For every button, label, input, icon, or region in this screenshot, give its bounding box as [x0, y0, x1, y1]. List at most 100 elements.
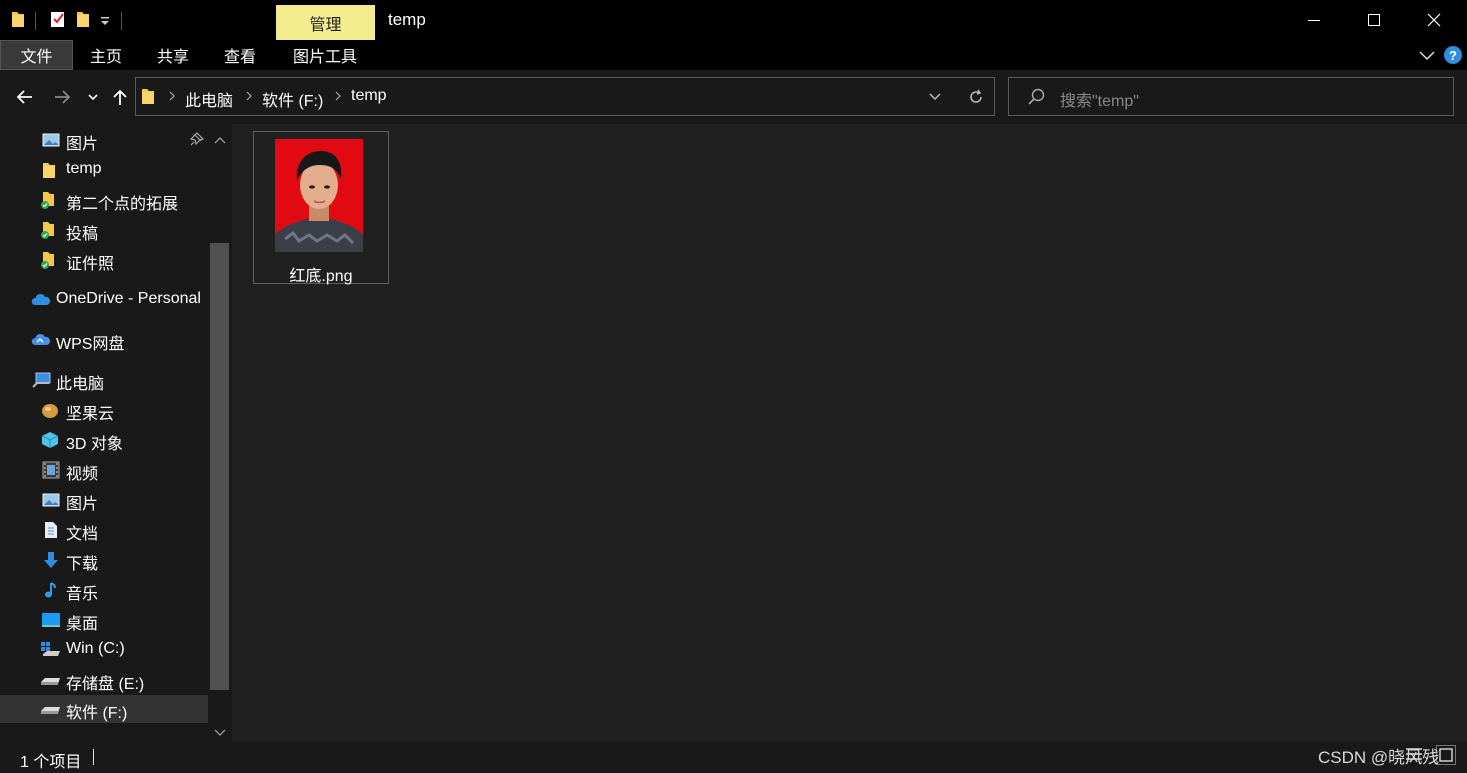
address-history-chevron-icon[interactable]: [927, 90, 943, 104]
sidebar-item-pictures[interactable]: 图片: [0, 486, 208, 514]
sidebar-item-videos[interactable]: 视频: [0, 456, 208, 484]
downloads-icon: [42, 551, 60, 569]
3d-objects-icon: [41, 431, 59, 449]
sidebar-item-drive-e[interactable]: 存储盘 (E:): [0, 666, 208, 694]
onedrive-cloud-icon: [31, 291, 51, 309]
customize-quick-access-icon[interactable]: [100, 14, 110, 26]
sidebar-item-extension[interactable]: 第二个点的拓展: [0, 186, 208, 214]
sidebar-item-label: 存储盘 (E:): [66, 676, 145, 693]
item-count: 1 个项目: [20, 754, 82, 771]
sidebar-item-documents[interactable]: 文档: [0, 516, 208, 544]
sidebar-item-label: 桌面: [66, 616, 99, 633]
properties-icon[interactable]: [50, 10, 64, 28]
chevron-right-icon: [333, 89, 343, 103]
maximize-button[interactable]: [1344, 0, 1404, 40]
folder-icon[interactable]: [11, 10, 25, 28]
chevron-right-icon: [167, 89, 177, 103]
pin-icon[interactable]: [189, 132, 205, 146]
music-icon: [42, 581, 60, 599]
sidebar-item-label: WPS网盘: [56, 336, 125, 353]
image-thumbnail: [275, 139, 363, 252]
sidebar-item-label: 图片: [66, 136, 99, 153]
refresh-button[interactable]: [958, 79, 994, 115]
sidebar-item-label: 3D 对象: [66, 436, 123, 453]
close-icon: [1427, 13, 1441, 27]
sidebar-item-label: Win (C:): [66, 640, 125, 657]
tab-share[interactable]: 共享: [143, 40, 203, 70]
large-icons-view-icon: [1439, 748, 1453, 762]
sidebar-item-label: 第二个点的拓展: [66, 196, 179, 213]
sidebar-scrollbar-thumb[interactable]: [210, 243, 229, 690]
file-name-label[interactable]: 红底.png: [253, 262, 389, 286]
new-folder-icon[interactable]: [76, 10, 90, 28]
arrow-up-icon: [113, 89, 127, 105]
sidebar-item-drive-f[interactable]: 软件 (F:): [0, 695, 208, 723]
sidebar-item-wps-cloud[interactable]: WPS网盘: [0, 326, 208, 354]
sidebar-item-id-photo[interactable]: 证件照: [0, 246, 208, 274]
chevron-down-icon: [88, 94, 98, 101]
sidebar-item-nutstore[interactable]: 坚果云: [0, 396, 208, 424]
sidebar-item-label: 视频: [66, 466, 99, 483]
drive-icon: [40, 700, 62, 718]
tab-view[interactable]: 查看: [210, 40, 270, 70]
sidebar-item-temp[interactable]: temp: [0, 156, 208, 184]
minimize-button[interactable]: [1284, 0, 1344, 40]
sidebar-item-submission[interactable]: 投稿: [0, 216, 208, 244]
back-button[interactable]: [10, 82, 38, 112]
tab-manage[interactable]: 管理: [276, 5, 375, 40]
sidebar-item-this-pc[interactable]: 此电脑: [0, 366, 208, 394]
maximize-icon: [1368, 14, 1380, 26]
refresh-icon: [970, 89, 982, 103]
up-button[interactable]: [106, 82, 134, 112]
sidebar-item-label: 图片: [66, 496, 99, 513]
folder-icon: [42, 161, 60, 179]
sidebar-item-desktop[interactable]: 桌面: [0, 606, 208, 634]
breadcrumb-drive-f[interactable]: 软件 (F:): [262, 87, 323, 111]
folder-icon: [141, 87, 155, 105]
forward-button[interactable]: [49, 82, 77, 112]
scroll-up-arrow-icon[interactable]: [213, 132, 227, 144]
sidebar-item-label: temp: [66, 160, 102, 177]
tab-file[interactable]: 文件: [0, 40, 73, 70]
window-title: temp: [388, 10, 426, 29]
scroll-down-arrow-icon[interactable]: [213, 725, 227, 736]
this-pc-icon: [32, 371, 52, 389]
sidebar-item-label: 坚果云: [66, 406, 115, 423]
breadcrumb-temp[interactable]: temp: [351, 87, 387, 105]
sidebar-item-3d-objects[interactable]: 3D 对象: [0, 426, 208, 454]
sidebar-item-pictures-quick[interactable]: 图片: [0, 126, 208, 154]
recent-locations-button[interactable]: [80, 82, 106, 112]
windows-drive-icon: [40, 641, 62, 659]
tab-picture-tools[interactable]: 图片工具: [277, 40, 373, 70]
status-bar: [0, 742, 1467, 773]
search-placeholder: 搜索"temp": [1060, 93, 1139, 110]
sidebar-item-onedrive[interactable]: OneDrive - Personal: [0, 286, 208, 314]
sidebar-item-downloads[interactable]: 下载: [0, 546, 208, 574]
folder-synced-icon: [40, 251, 58, 269]
pictures-icon: [42, 491, 60, 509]
sidebar-item-label: OneDrive - Personal: [56, 290, 201, 307]
quick-access-divider: [35, 12, 36, 30]
minimize-icon: [1308, 20, 1320, 21]
breadcrumb-this-pc[interactable]: 此电脑: [185, 87, 233, 111]
help-button[interactable]: ?: [1444, 46, 1462, 64]
sidebar-item-label: 证件照: [66, 256, 115, 273]
search-icon: [1026, 87, 1046, 107]
folder-synced-icon: [40, 221, 58, 239]
title-bar: [0, 0, 1467, 40]
sidebar-item-music[interactable]: 音乐: [0, 576, 208, 604]
expand-ribbon-icon[interactable]: [1418, 48, 1436, 62]
quick-access-divider: [121, 12, 122, 30]
sidebar-item-drive-c[interactable]: Win (C:): [0, 636, 208, 664]
sidebar-item-label: 软件 (F:): [66, 705, 128, 722]
status-divider: [93, 749, 94, 765]
nutstore-icon: [40, 401, 60, 419]
documents-icon: [43, 521, 61, 539]
sidebar-item-label: 此电脑: [56, 376, 105, 393]
file-list-area[interactable]: [232, 124, 1467, 742]
navigation-pane: 图片 temp 第二个点的拓展 投稿 证件照 OneDrive - Person…: [0, 124, 231, 742]
desktop-icon: [41, 611, 61, 629]
close-button[interactable]: [1404, 0, 1464, 40]
drive-icon: [40, 671, 62, 689]
tab-home[interactable]: 主页: [76, 40, 136, 70]
